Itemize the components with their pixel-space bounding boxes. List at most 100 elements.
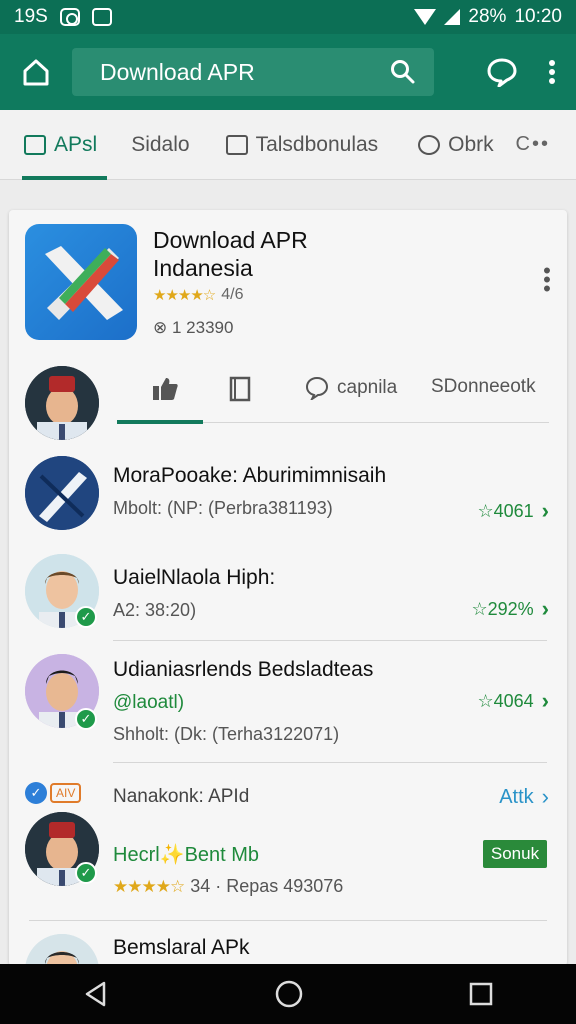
back-icon[interactable] [82, 980, 110, 1008]
list-divider [29, 920, 547, 921]
app-detail-card: Download APR Indanesia ★★★★☆ 4/6 ⊗ 1 233… [9, 210, 567, 966]
list-item[interactable]: ✓ UaielNlaola Hiph: A2: 38:20) ☆ 292% › [9, 550, 567, 642]
search-bar[interactable]: Download APR [72, 48, 434, 96]
app-menu-icon[interactable]: • • • [543, 260, 551, 300]
list-item-rating: ☆ 292% › [471, 596, 549, 622]
avatar[interactable] [25, 366, 99, 440]
featured-action-link[interactable]: Attk › [499, 784, 549, 810]
featured-item[interactable]: ✓ AIV Nanakonk: APId Attk › ✓ Hecrl✨Bent… [9, 772, 567, 912]
list-item-title: Udianiasrlends Bedsladteas [113, 658, 374, 681]
sub-tab-label: SDonneeotk [431, 376, 536, 397]
recents-icon[interactable] [468, 981, 494, 1007]
featured-subtitle: Hecrl✨Bent Mb [113, 844, 260, 866]
list-item[interactable]: ✓ Udianiasrlends Bedsladteas @laoatl) Sh… [9, 650, 567, 760]
overflow-menu-icon[interactable] [548, 59, 556, 85]
list-divider [113, 640, 547, 641]
sub-tab-label: capnila [337, 377, 398, 398]
app-rating: ★★★★☆ 4/6 [153, 286, 244, 304]
list-item-title: MoraPooake: Aburimimnisaih [113, 464, 387, 487]
app-logo-icon [45, 246, 123, 320]
list-item-subtitle: Shholt: (Dk: (Terha3122071) [113, 724, 340, 744]
featured-action-label: Attk [499, 785, 534, 808]
chevron-right-icon[interactable]: › [542, 688, 549, 714]
avatar: ✓ [25, 812, 99, 886]
list-divider [113, 762, 547, 763]
verified-badge-icon: ✓ [75, 862, 97, 884]
star-outline-icon: ☆ [477, 690, 494, 711]
wifi-icon [414, 9, 437, 25]
status-clock: 10:20 [514, 6, 562, 27]
avatar [25, 934, 99, 966]
list-item-subtitle: A2: 38:20) [113, 600, 197, 620]
sub-tab-bookmark[interactable] [229, 376, 251, 402]
tool-avatar-icon [25, 456, 99, 530]
rating-stars-icon: ★★★★☆ [113, 876, 185, 896]
avatar: ✓ [25, 654, 99, 730]
app-bar: Download APR [0, 34, 576, 110]
tabs-more-button[interactable]: C•• [516, 133, 576, 156]
battery-level: 28% [468, 6, 507, 27]
tab-label: Sidalo [131, 132, 190, 156]
list-item-rating-value: 292% [487, 598, 534, 619]
download-count: ⊗ 1 23390 [153, 318, 233, 338]
tab-sidalo[interactable]: Sidalo [121, 110, 199, 180]
avatar: ✓ [25, 554, 99, 628]
home-nav-icon[interactable] [274, 979, 304, 1009]
download-count-text: 1 23390 [171, 318, 234, 337]
chevron-right-icon[interactable]: › [542, 596, 549, 622]
home-icon [23, 59, 49, 86]
square-icon [225, 134, 248, 155]
list-item[interactable]: MoraPooake: Aburimimnisaih Mbolt: (NP: (… [9, 450, 567, 540]
featured-badge-label: AIV [50, 783, 82, 803]
bookmark-icon [229, 376, 251, 402]
star-outline-icon: ☆ [471, 598, 488, 619]
rating-text: 4/6 [221, 286, 244, 303]
notification-icon [59, 8, 80, 26]
verified-badge-icon: ✓ [25, 782, 47, 804]
search-icon[interactable] [390, 59, 416, 85]
list-item-rating: ☆ 4064 › [477, 688, 549, 714]
sonuk-button[interactable]: Sonuk [483, 840, 547, 868]
chevron-right-icon[interactable]: › [542, 498, 549, 524]
list-item-title: UaielNlaola Hiph: [113, 566, 276, 589]
chat-icon[interactable] [486, 57, 518, 87]
sub-tab-likes[interactable] [151, 376, 179, 402]
download-icon: ⊗ [153, 318, 168, 337]
sub-tab-sdonneeotk[interactable]: SDonneeotk [431, 376, 536, 398]
user-avatar-icon [25, 366, 99, 440]
tab-apsl[interactable]: APsl [14, 110, 108, 180]
rating-stars-icon: ★★★★☆ [153, 287, 216, 304]
star-outline-icon: ☆ [477, 500, 494, 521]
verified-badge-icon: ✓ [75, 606, 97, 628]
list-item-subtitle: Mbolt: (NP: (Perbra381193) [113, 498, 333, 518]
featured-rating: ★★★★☆ 34 · Repas 493076 [113, 876, 343, 897]
status-time-left: 19S [14, 6, 48, 27]
featured-rating-text: 34 · Repas 493076 [190, 876, 344, 896]
list-item[interactable]: Bemslaral APk [9, 932, 567, 966]
thumbs-up-icon [153, 378, 178, 400]
chat-bubble-icon [418, 134, 441, 155]
search-input[interactable]: Download APR [100, 59, 390, 86]
app-icon[interactable] [25, 224, 137, 340]
list-item-rating: ☆ 4061 › [477, 498, 549, 524]
category-tabs: APsl Sidalo Talsdbonulas Obrk C•• [0, 110, 576, 180]
featured-title: Nanakonk: APId [113, 786, 250, 807]
sub-tabs: capnila SDonneeotk [9, 362, 567, 440]
home-button[interactable] [0, 34, 72, 110]
tab-label: Talsdbonulas [255, 132, 379, 156]
chat-bubble-icon [305, 376, 329, 400]
app-header: Download APR Indanesia ★★★★☆ 4/6 ⊗ 1 233… [25, 224, 555, 344]
signal-icon [444, 9, 461, 25]
chevron-right-icon: › [541, 784, 549, 809]
list-item-rating-value: 4061 [493, 500, 534, 521]
chat-square-icon [24, 134, 46, 155]
avatar [25, 456, 99, 530]
sub-tab-active-indicator [117, 420, 203, 424]
gallery-notification-icon [91, 8, 112, 26]
sub-tab-capnila[interactable]: capnila [305, 376, 397, 400]
tab-label: Obrk [448, 132, 494, 156]
verified-badge-icon: ✓ [75, 708, 97, 730]
tab-talsdbonulas[interactable]: Talsdbonulas [216, 110, 389, 180]
system-nav-bar [0, 964, 576, 1024]
tab-obrk[interactable]: Obrk [408, 110, 504, 180]
